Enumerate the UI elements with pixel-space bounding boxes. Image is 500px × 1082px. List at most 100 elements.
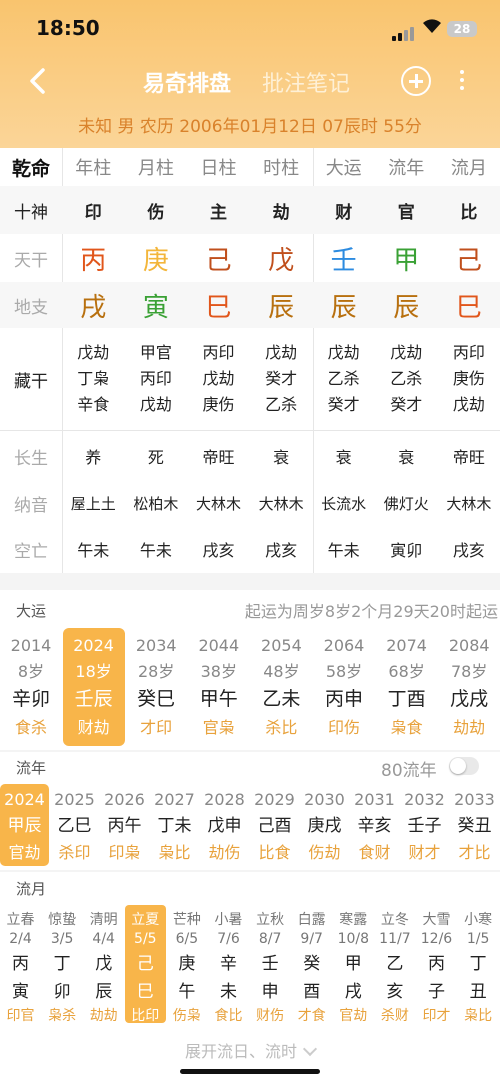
canggan-cell: 戊劫 丁枭 辛食 — [62, 328, 125, 430]
dayun-age: 38岁 — [200, 662, 237, 681]
column-header: 月柱 — [137, 158, 174, 179]
liuyue-zhi: 卯 — [53, 982, 71, 1002]
back-icon[interactable] — [24, 66, 54, 96]
dayun-year: 2044 — [198, 636, 240, 655]
liunian-year: 2031 — [354, 790, 395, 809]
nayin-cell: 松柏木 — [133, 494, 179, 513]
kongwang-cell: 午未 — [77, 541, 110, 560]
liunian-shishen: 财才 — [408, 843, 441, 862]
dayun-item[interactable]: 2064 58岁 丙申 印伤 — [313, 628, 375, 746]
liuyue-item[interactable]: 立夏 5/5 己巳比印 — [124, 905, 166, 1024]
liuyue-date: 12/6 — [420, 931, 453, 947]
tab-paipan[interactable]: 易奇排盘 — [143, 66, 231, 98]
dayun-item[interactable]: 2054 48岁 乙未 杀比 — [250, 628, 312, 746]
liunian-item[interactable]: 2027 丁未 枭比 — [150, 784, 199, 866]
liunian-item[interactable]: 2033 癸丑 才比 — [450, 784, 499, 866]
dayun-shishen: 枭食 — [390, 718, 423, 737]
liuyue-date: 6/5 — [175, 931, 199, 947]
dayun-item[interactable]: 2074 68岁 丁酉 枭食 — [376, 628, 438, 746]
liuyue-gan: 戊 — [95, 954, 113, 974]
liuyue-item[interactable]: 大雪 12/6 丙子印才 — [416, 905, 457, 1024]
liuyue-shishen: 才食 — [297, 1008, 326, 1024]
dayun-item[interactable]: 2024 18岁 壬辰 财劫 — [62, 628, 125, 746]
liunian-item[interactable]: 2029 己酉 比食 — [250, 784, 299, 866]
liunian-item[interactable]: 2028 戊申 劫伤 — [200, 784, 249, 866]
liunian-toggle[interactable] — [449, 757, 479, 775]
dayun-item[interactable]: 2044 38岁 甲午 官枭 — [188, 628, 250, 746]
canggan-item: 戊劫 — [77, 343, 110, 362]
tiangan-cell: 己 — [205, 245, 232, 276]
liunian-item[interactable]: 2026 丙午 印枭 — [100, 784, 149, 866]
row-label: 长生 — [14, 448, 48, 469]
canggan-item: 戊劫 — [202, 369, 235, 388]
shishen-cell: 官 — [397, 202, 415, 223]
liuyue-jieqi: 寒露 — [339, 912, 368, 928]
dayun-item[interactable]: 2014 8岁 辛卯 食杀 — [0, 628, 62, 746]
liuyue-zhi: 丑 — [469, 982, 487, 1002]
row-label: 天干 — [14, 250, 48, 271]
liunian-shishen: 才比 — [458, 843, 491, 862]
canggan-cell: 丙印 庚伤 戊劫 — [438, 328, 500, 430]
liunian-item[interactable]: 2032 壬子 财才 — [400, 784, 449, 866]
liuyue-date: 3/5 — [50, 931, 74, 947]
table-corner-label: 乾命 — [11, 157, 50, 180]
nayin-cell: 大林木 — [446, 494, 492, 513]
signal-icon — [392, 22, 416, 41]
liuyue-item[interactable]: 寒露 10/8 甲戌官劫 — [333, 905, 374, 1024]
liunian-year: 2029 — [254, 790, 295, 809]
liuyue-gan: 乙 — [386, 954, 404, 974]
liuyue-item[interactable]: 芒种 6/5 庚午伤枭 — [166, 905, 207, 1024]
canggan-item: 乙杀 — [327, 369, 360, 388]
tab-notes[interactable]: 批注笔记 — [262, 66, 350, 98]
expand-button[interactable]: 展开流日、流时 — [0, 1038, 500, 1062]
dayun-item[interactable]: 2034 28岁 癸巳 才印 — [125, 628, 187, 746]
dayun-ganzhi: 丙申 — [324, 688, 363, 710]
liuyue-jieqi: 白露 — [297, 912, 326, 928]
column-header: 时柱 — [263, 158, 300, 179]
nayin-cell: 大林木 — [258, 494, 304, 513]
liunian-item[interactable]: 2031 辛亥 食财 — [350, 784, 399, 866]
dayun-section: 大运 起运为周岁8岁2个月29天20时起运 2014 8岁 辛卯 食杀 2024 18岁 壬辰财… — [0, 590, 500, 750]
liunian-item[interactable]: 2030 庚戌 伤劫 — [300, 784, 349, 866]
liuyue-gan: 丙 — [12, 954, 29, 974]
canggan-item: 癸才 — [265, 369, 298, 388]
dayun-item[interactable]: 2084 78岁 戊戌 劫劫 — [438, 628, 500, 746]
liuyue-item[interactable]: 立春 2/4 丙寅印官 — [0, 905, 41, 1024]
dayun-year: 2024 — [73, 636, 114, 655]
canggan-item: 癸才 — [390, 395, 423, 414]
dayun-shishen: 印伤 — [327, 718, 360, 737]
dayun-shishen: 杀比 — [265, 718, 298, 737]
liuyue-jieqi: 立春 — [6, 912, 35, 928]
liunian-ganzhi: 癸丑 — [457, 816, 492, 836]
liuyue-zhi: 寅 — [12, 982, 29, 1002]
liuyue-item[interactable]: 小暑 7/6 辛未食比 — [208, 905, 249, 1024]
add-icon[interactable] — [401, 66, 431, 96]
liuyue-date: 2/4 — [9, 931, 32, 947]
liuyue-item[interactable]: 清明 4/4 戊辰劫劫 — [83, 905, 124, 1024]
liunian-item[interactable]: 2024 甲辰 官劫 — [0, 784, 49, 866]
liuyue-item[interactable]: 立秋 8/7 壬申财伤 — [250, 905, 291, 1024]
liunian-shishen: 官劫 — [8, 843, 41, 862]
liuyue-item[interactable]: 惊蛰 3/5 丁卯枭杀 — [42, 905, 83, 1024]
dizhi-cell: 寅 — [142, 292, 169, 323]
liuyue-jieqi: 惊蛰 — [48, 912, 77, 928]
more-icon[interactable] — [459, 70, 465, 94]
liunian-ganzhi: 甲辰 — [7, 816, 42, 836]
row-label: 空亡 — [14, 541, 48, 562]
liunian-item[interactable]: 2025 乙巳 杀印 — [50, 784, 99, 866]
canggan-cell: 戊劫 乙杀 癸才 — [312, 328, 375, 430]
liuyue-shishen: 印才 — [422, 1008, 451, 1024]
liuyue-item[interactable]: 白露 9/7 癸酉才食 — [291, 905, 332, 1024]
dayun-shishen: 财劫 — [77, 718, 110, 737]
dayun-shishen: 官枭 — [202, 718, 235, 737]
nayin-cell: 屋上土 — [70, 494, 116, 513]
column-header: 日柱 — [200, 158, 237, 179]
liuyue-shishen: 枭比 — [464, 1008, 493, 1024]
liuyue-item[interactable]: 小寒 1/5 丁丑枭比 — [458, 905, 499, 1024]
liuyue-shishen: 比印 — [131, 1008, 160, 1024]
liuyue-item[interactable]: 立冬 11/7 乙亥杀财 — [374, 905, 415, 1024]
liuyue-zhi: 巳 — [136, 982, 154, 1002]
liuyue-date: 8/7 — [258, 931, 282, 947]
canggan-item: 辛食 — [77, 395, 110, 414]
dizhi-cell: 巳 — [205, 292, 232, 323]
